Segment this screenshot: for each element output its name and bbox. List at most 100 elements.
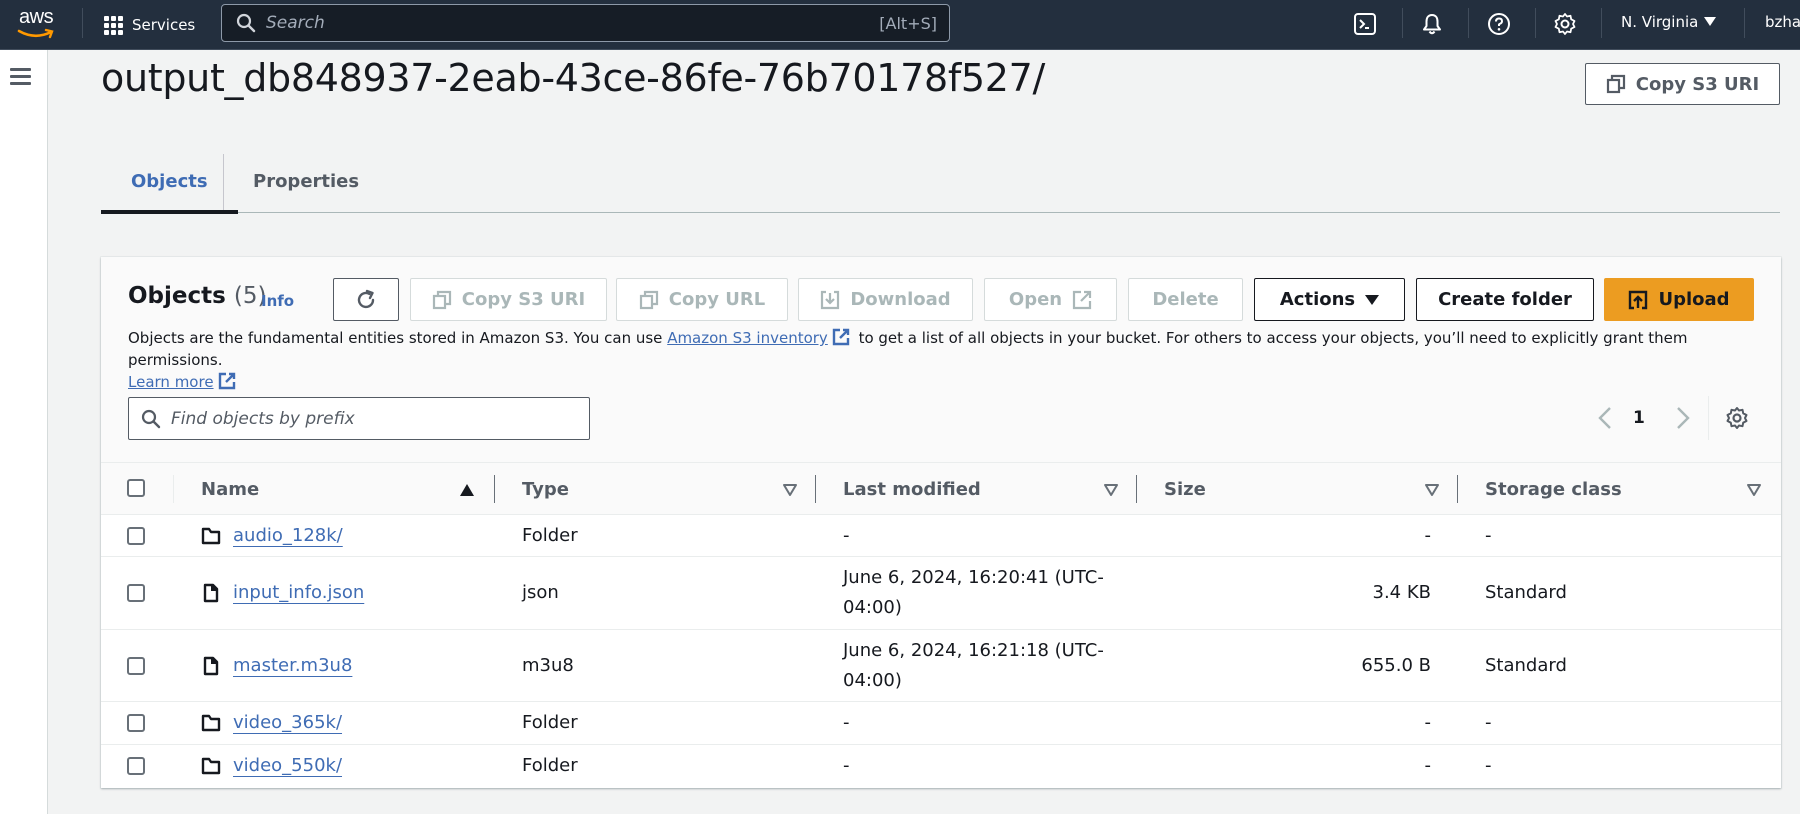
nav-divider	[1535, 8, 1536, 38]
select-all-checkbox[interactable]	[127, 479, 145, 497]
object-name-link[interactable]: master.m3u8	[233, 655, 352, 676]
folder-icon	[201, 527, 221, 545]
refresh-button[interactable]	[333, 278, 399, 321]
caret-down-icon	[1704, 17, 1717, 26]
column-divider[interactable]	[1136, 475, 1137, 503]
copy-s3-uri-header-button[interactable]: Copy S3 URI	[1585, 63, 1780, 105]
sort-ascending-icon[interactable]	[459, 483, 475, 497]
objects-table: Name Type Last modified Size Storage cla…	[101, 462, 1781, 788]
object-name-link[interactable]: video_365k/	[233, 712, 342, 733]
cloudshell-icon[interactable]	[1353, 12, 1377, 36]
object-last-modified: June 6, 2024, 16:21:18 (UTC-	[843, 640, 1104, 661]
file-icon	[203, 656, 219, 676]
column-divider[interactable]	[815, 475, 816, 503]
tab-objects[interactable]: Objects	[101, 150, 238, 214]
object-last-modified-tz: 04:00)	[843, 670, 902, 691]
create-folder-button[interactable]: Create folder	[1416, 278, 1594, 321]
object-type: m3u8	[522, 655, 574, 676]
upload-icon	[1629, 290, 1648, 309]
folder-icon	[201, 757, 221, 775]
refresh-icon	[357, 289, 375, 308]
sort-icon[interactable]	[1103, 483, 1119, 497]
delete-button[interactable]: Delete	[1128, 278, 1243, 321]
object-storage-class: -	[1485, 755, 1492, 776]
previous-page-icon[interactable]	[1597, 406, 1613, 430]
aws-logo-text: aws	[19, 6, 54, 28]
upload-button[interactable]: Upload	[1604, 278, 1754, 321]
nav-divider	[1744, 8, 1745, 38]
row-checkbox[interactable]	[127, 757, 145, 775]
sort-icon[interactable]	[782, 483, 798, 497]
object-last-modified: -	[843, 712, 850, 733]
description-text: Objects are the fundamental entities sto…	[128, 329, 668, 347]
bell-icon[interactable]	[1420, 12, 1444, 36]
copy-url-label: Copy URL	[668, 289, 766, 310]
row-checkbox[interactable]	[127, 527, 145, 545]
column-header-type[interactable]: Type	[522, 463, 569, 515]
copy-url-button[interactable]: Copy URL	[616, 278, 788, 321]
find-objects-input[interactable]: Find objects by prefix	[128, 397, 590, 440]
next-page-icon[interactable]	[1675, 406, 1691, 430]
open-button[interactable]: Open	[984, 278, 1117, 321]
row-checkbox[interactable]	[127, 584, 145, 602]
download-button[interactable]: Download	[798, 278, 973, 321]
column-header-size[interactable]: Size	[1164, 463, 1206, 515]
global-search-input[interactable]: Search [Alt+S]	[221, 4, 950, 42]
sort-icon[interactable]	[1424, 483, 1440, 497]
sort-icon[interactable]	[1746, 483, 1762, 497]
aws-smile-icon	[17, 28, 54, 39]
object-last-modified-tz: 04:00)	[843, 597, 902, 618]
table-row[interactable]: video_550k/ Folder - - -	[101, 745, 1781, 788]
table-row[interactable]: master.m3u8 m3u8 June 6, 2024, 16:21:18 …	[101, 630, 1781, 702]
external-link-icon	[832, 328, 850, 346]
row-checkbox[interactable]	[127, 714, 145, 732]
hamburger-menu-icon[interactable]	[10, 68, 31, 86]
table-row[interactable]: audio_128k/ Folder - - -	[101, 515, 1781, 557]
table-row[interactable]: video_365k/ Folder - - -	[101, 702, 1781, 745]
caret-down-icon	[1365, 294, 1380, 305]
object-type: json	[522, 582, 559, 603]
settings-icon[interactable]	[1553, 12, 1577, 36]
copy-icon	[1606, 74, 1625, 94]
folder-icon	[201, 714, 221, 732]
find-objects-placeholder: Find objects by prefix	[171, 408, 355, 429]
nav-divider	[1402, 8, 1403, 38]
help-icon[interactable]	[1487, 12, 1511, 36]
objects-panel: Objects (5) Info Copy S3 URI Copy URL Do…	[101, 257, 1781, 788]
object-name-link[interactable]: audio_128k/	[233, 525, 343, 546]
column-header-storage-class[interactable]: Storage class	[1485, 463, 1622, 515]
copy-icon	[432, 290, 451, 309]
copy-s3-uri-button[interactable]: Copy S3 URI	[410, 278, 607, 321]
s3-inventory-link[interactable]: Amazon S3 inventory	[667, 329, 828, 347]
nav-divider	[82, 8, 83, 38]
object-size: -	[1424, 755, 1432, 776]
file-icon	[203, 583, 219, 603]
column-header-last-modified[interactable]: Last modified	[843, 463, 981, 515]
info-link[interactable]: Info	[261, 292, 294, 310]
current-page-number[interactable]: 1	[1633, 408, 1645, 428]
preferences-gear-icon[interactable]	[1725, 406, 1749, 430]
object-storage-class: -	[1485, 712, 1492, 733]
tab-properties[interactable]: Properties	[223, 150, 389, 212]
object-size: -	[1424, 712, 1432, 733]
account-menu[interactable]: bzha	[1765, 13, 1800, 31]
column-header-name[interactable]: Name	[201, 463, 259, 515]
objects-heading: Objects (5)	[128, 283, 266, 309]
object-name-link[interactable]: video_550k/	[233, 755, 342, 776]
column-divider[interactable]	[1457, 475, 1458, 503]
object-name-link[interactable]: input_info.json	[233, 582, 364, 603]
grid-icon	[104, 15, 123, 35]
aws-logo[interactable]: aws	[17, 6, 61, 42]
row-checkbox[interactable]	[127, 657, 145, 675]
actions-label: Actions	[1279, 289, 1356, 310]
column-divider[interactable]	[494, 475, 495, 503]
actions-dropdown-button[interactable]: Actions	[1254, 278, 1405, 321]
tab-list: Objects Properties	[101, 150, 1780, 214]
region-selector[interactable]: N. Virginia	[1621, 13, 1717, 31]
open-label: Open	[1008, 289, 1063, 310]
search-shortcut: [Alt+S]	[879, 13, 937, 33]
services-menu-button[interactable]: Services	[104, 11, 195, 39]
learn-more-link[interactable]: Learn more	[128, 373, 214, 391]
table-row[interactable]: input_info.json json June 6, 2024, 16:20…	[101, 557, 1781, 630]
object-storage-class: Standard	[1485, 582, 1567, 603]
